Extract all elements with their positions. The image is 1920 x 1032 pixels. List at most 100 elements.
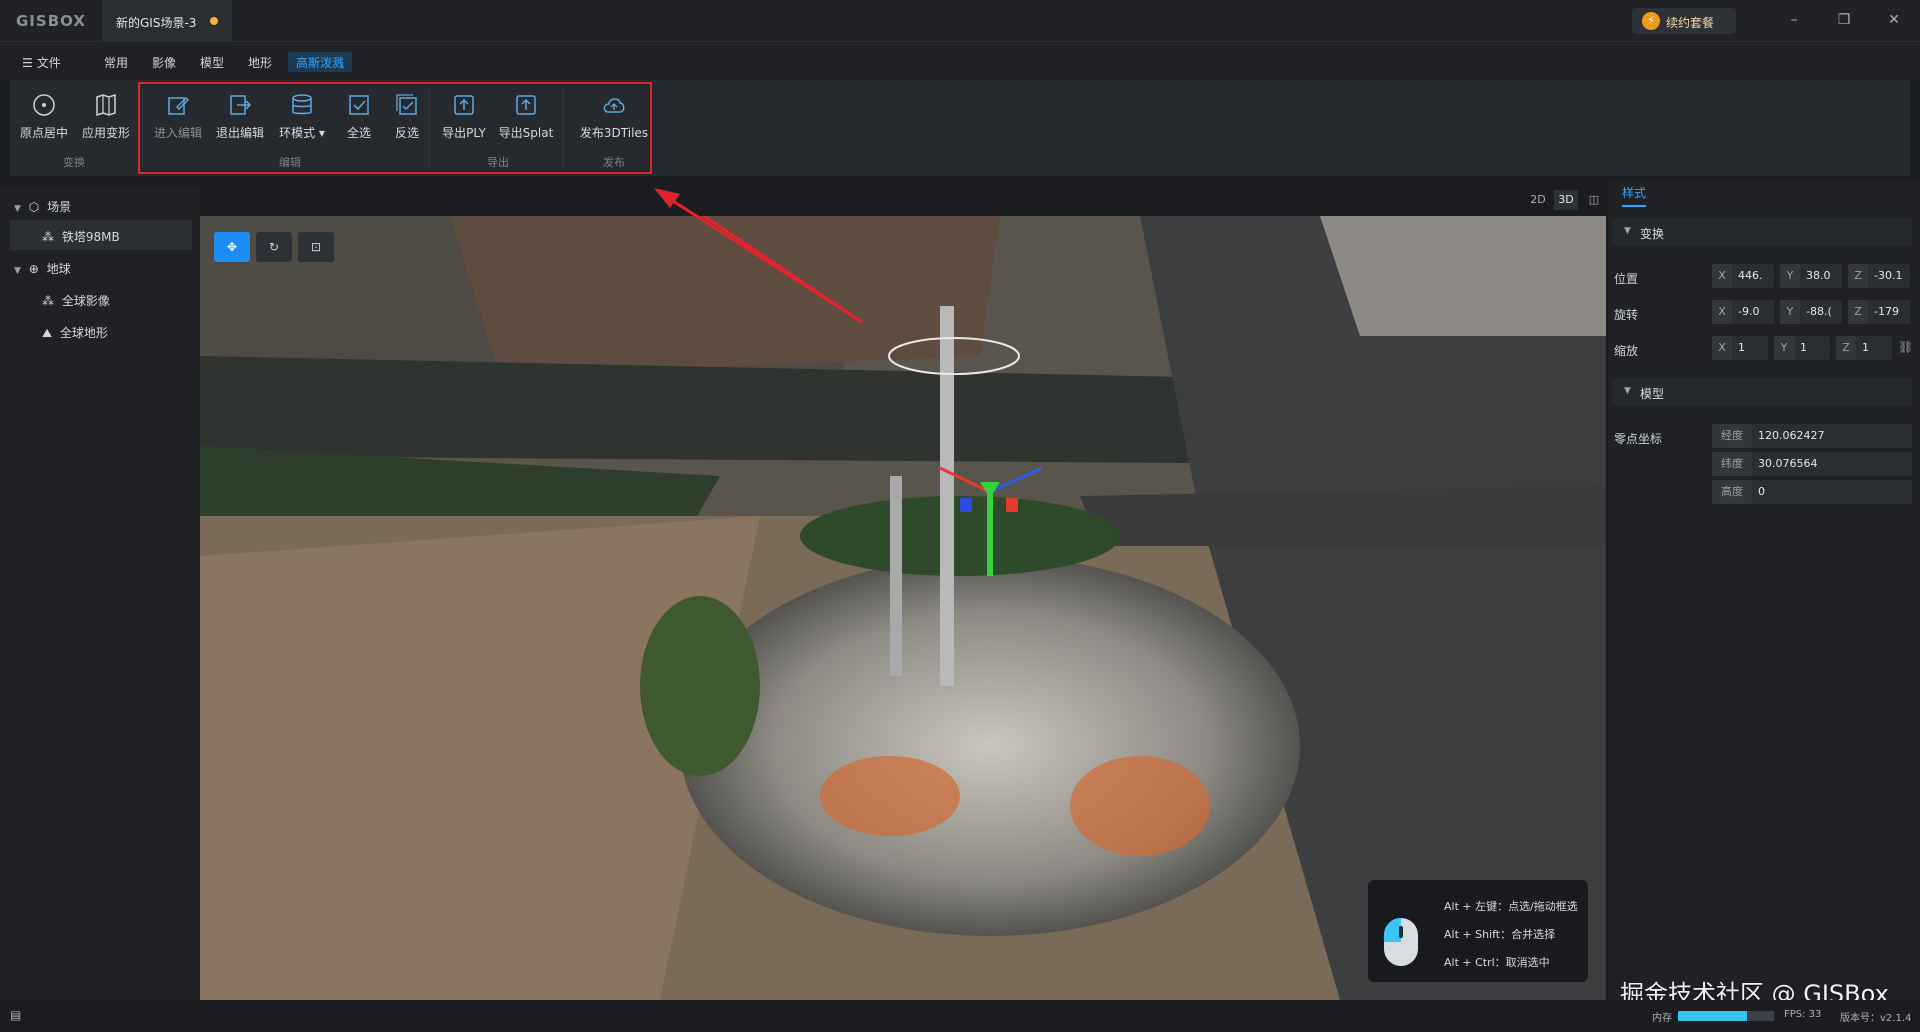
rotation-z-field[interactable]: Z -179 [1848, 300, 1910, 324]
tree-node-tower-label: 铁塔98MB [61, 230, 120, 244]
hint-line-3: Alt + Ctrl：取消选中 [1444, 956, 1550, 969]
document-icon[interactable]: ▤ [10, 1008, 21, 1022]
imagery-icon: ⁂ [42, 294, 54, 308]
apply-transform-label: 应用变形 [81, 126, 130, 140]
memory-bar-fill [1678, 1011, 1748, 1021]
scale-label: 缩放 [1614, 344, 1639, 358]
map-transform-icon [96, 93, 116, 117]
section-model[interactable]: ▼ 模型 [1612, 378, 1912, 406]
file-menu[interactable]: ☰ 文件 [14, 52, 69, 72]
minimize-icon[interactable]: – [1784, 10, 1804, 30]
scale-y-field[interactable]: Y1 [1774, 336, 1830, 360]
longitude-field[interactable]: 经度 120.062427 [1712, 424, 1912, 448]
tree-node-scene[interactable]: ▼ ⬡ 场景 [0, 190, 196, 220]
menu-terrain[interactable]: 地形 [240, 52, 280, 72]
globe-icon: ⊕ [28, 262, 39, 276]
lightning-icon: ⚡ [1642, 12, 1660, 30]
position-x-field[interactable]: X 446. [1712, 264, 1774, 288]
height-value: 0 [1758, 485, 1765, 498]
longitude-value: 120.062427 [1758, 429, 1825, 442]
tree-node-global-imagery[interactable]: ⁂ 全球影像 [0, 284, 196, 314]
caret-down-icon: ▼ [1624, 226, 1631, 236]
position-y-value: 38.0 [1806, 269, 1831, 282]
renew-plan-label: 续约套餐 [1666, 16, 1715, 30]
position-label: 位置 [1614, 272, 1639, 286]
scale-x-value: 1 [1738, 341, 1745, 354]
point-cloud-icon: ⁂ [42, 230, 54, 244]
tree-node-tower-model[interactable]: ⁂ 铁塔98MB [10, 220, 192, 250]
title-bar: GISBOX 新的GIS场景-3 ⚡ 续约套餐 – ❐ ✕ [0, 0, 1920, 42]
tree-node-global-terrain-label: 全球地形 [59, 326, 108, 340]
position-y-field[interactable]: Y 38.0 [1780, 264, 1842, 288]
hint-line-2: Alt + Shift：合并选择 [1444, 928, 1556, 941]
rotation-y-value: -88.( [1806, 305, 1832, 318]
menu-gaussian-splatting[interactable]: 高斯泼溅 [288, 52, 353, 72]
section-transform[interactable]: ▼ 变换 [1612, 218, 1912, 246]
split-view-toggle[interactable]: ◫ [1582, 190, 1606, 210]
tab-style[interactable]: 样式 [1622, 184, 1647, 207]
document-tab-label: 新的GIS场景-3 [116, 16, 197, 30]
selection-hint-panel: Alt + 左键：点选/拖动框选 Alt + Shift：合并选择 Alt + … [1368, 880, 1588, 982]
latitude-value: 30.076564 [1758, 457, 1818, 470]
hamburger-icon: ☰ [22, 56, 33, 70]
apply-transform-button[interactable]: 应用变形 [76, 92, 136, 141]
version-label: 版本号：v2.1.4 [1840, 1013, 1912, 1024]
app-logo: GISBOX [16, 12, 86, 30]
scale-z-value: 1 [1862, 341, 1869, 354]
memory-bar [1678, 1011, 1774, 1021]
scale-z-field[interactable]: Z1 [1836, 336, 1892, 360]
rotation-label: 旋转 [1614, 308, 1639, 322]
scale-y-value: 1 [1800, 341, 1807, 354]
menu-model[interactable]: 模型 [192, 52, 232, 72]
tree-node-scene-label: 场景 [47, 200, 72, 214]
hint-line-1: Alt + 左键：点选/拖动框选 [1444, 900, 1578, 913]
unsaved-dot-icon [210, 17, 218, 25]
section-model-label: 模型 [1640, 387, 1665, 401]
caret-down-icon: ▼ [1624, 386, 1631, 396]
origin-coordinate-label: 零点坐标 [1614, 432, 1663, 446]
view-3d-toggle[interactable]: 3D [1554, 190, 1578, 210]
memory-label: 内存 [1652, 1013, 1672, 1024]
file-menu-label: 文件 [36, 56, 61, 70]
renew-plan-button[interactable]: ⚡ 续约套餐 [1632, 8, 1736, 34]
position-z-field[interactable]: Z -30.1 [1848, 264, 1910, 288]
menu-imagery[interactable]: 影像 [144, 52, 184, 72]
latitude-field[interactable]: 纬度 30.076564 [1712, 452, 1912, 476]
height-label: 高度 [1712, 480, 1752, 504]
rotation-y-field[interactable]: Y -88.( [1780, 300, 1842, 324]
longitude-label: 经度 [1712, 424, 1752, 448]
target-icon [33, 94, 55, 116]
highlight-annotation-box [138, 82, 652, 174]
origin-center-label: 原点居中 [19, 126, 68, 140]
scene-tree-panel: ▼ ⬡ 场景 ⁂ 铁塔98MB ▼ ⊕ 地球 ⁂ 全球影像 ⛰ 全球地形 [0, 186, 200, 1000]
group-label-transform: 变换 [63, 156, 85, 169]
close-icon[interactable]: ✕ [1884, 10, 1904, 30]
rotation-x-field[interactable]: X -9.0 [1712, 300, 1774, 324]
document-tab[interactable]: 新的GIS场景-3 [102, 0, 232, 42]
mouse-icon [1384, 918, 1418, 966]
latitude-label: 纬度 [1712, 452, 1752, 476]
tree-node-global-imagery-label: 全球影像 [61, 294, 110, 308]
fps-readout: FPS: 33 [1784, 1009, 1822, 1020]
rotation-z-value: -179 [1874, 305, 1899, 318]
tree-node-earth-label: 地球 [46, 262, 71, 276]
origin-center-button[interactable]: 原点居中 [14, 92, 74, 141]
terrain-icon: ⛰ [42, 326, 53, 340]
tree-node-global-terrain[interactable]: ⛰ 全球地形 [0, 316, 196, 346]
menu-bar: ☰ 文件 常用 影像 模型 地形 高斯泼溅 [0, 42, 1920, 80]
restore-icon[interactable]: ❐ [1834, 10, 1854, 30]
caret-down-icon: ▼ [14, 204, 21, 214]
position-x-value: 446. [1738, 269, 1763, 282]
height-field[interactable]: 高度 0 [1712, 480, 1912, 504]
tree-node-earth[interactable]: ▼ ⊕ 地球 [0, 252, 196, 282]
position-z-value: -30.1 [1874, 269, 1903, 282]
link-icon[interactable]: ⛓ [1898, 340, 1913, 354]
cube-icon: ⬡ [28, 200, 40, 214]
view-2d-toggle[interactable]: 2D [1526, 190, 1550, 210]
caret-down-icon: ▼ [14, 266, 21, 276]
menu-common[interactable]: 常用 [96, 52, 136, 72]
section-transform-label: 变换 [1640, 227, 1665, 241]
3d-viewport[interactable]: ✥ ↻ ⊡ Alt + 左键：点选/拖动框选 Alt + Shift：合并选择 … [200, 216, 1606, 1000]
properties-panel: 样式 ▼ 变换 位置 X 446. Y 38.0 Z -30.1 旋转 X -9.0 Y… [1608, 180, 1920, 1000]
scale-x-field[interactable]: X1 [1712, 336, 1768, 360]
